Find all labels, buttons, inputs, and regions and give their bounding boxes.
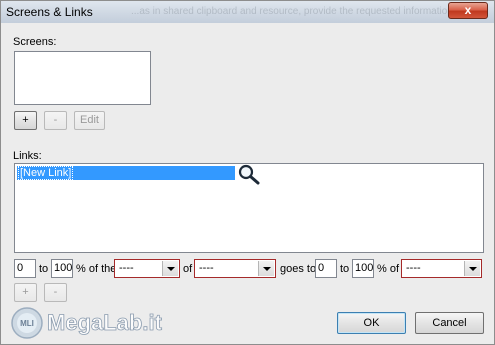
title-bar[interactable]: Screens & Links ...as in shared clipboar… [1, 1, 494, 23]
background-hint-text: ...as in shared clipboard and resource, … [131, 6, 456, 17]
magnifier-icon [238, 164, 260, 185]
source-from-input[interactable]: 0 [14, 259, 36, 278]
source-edge-combo[interactable]: ---- [194, 259, 276, 278]
to-label: to [39, 263, 49, 275]
edit-screen-button[interactable]: Edit [74, 111, 105, 130]
combo-value: ---- [406, 262, 421, 274]
screens-label: Screens: [13, 36, 57, 48]
of-label: of [183, 263, 193, 275]
dropdown-arrow-icon[interactable] [162, 261, 178, 276]
ok-button[interactable]: OK [337, 312, 406, 334]
goes-to-label: goes to [280, 263, 317, 275]
screens-list[interactable] [14, 51, 151, 105]
add-link-button[interactable]: + [14, 283, 37, 302]
source-to-input[interactable]: 100 [51, 259, 73, 278]
combo-value: ---- [119, 262, 134, 274]
dest-screen-combo[interactable]: ---- [401, 259, 482, 278]
links-label: Links: [13, 150, 42, 162]
source-screen-combo[interactable]: ---- [114, 259, 180, 278]
combo-value: ---- [199, 262, 214, 274]
remove-screen-button[interactable]: - [44, 111, 67, 130]
add-screen-button[interactable]: + [14, 111, 37, 130]
close-icon: x [464, 3, 472, 17]
list-item-new-link[interactable]: [New Link] [17, 166, 235, 180]
dest-to-input[interactable]: 100 [352, 259, 374, 278]
close-button[interactable]: x [448, 2, 488, 19]
dropdown-arrow-icon[interactable] [464, 261, 480, 276]
svg-text:MLI: MLI [20, 319, 34, 328]
percent-of-label: % of [377, 263, 400, 275]
remove-link-button[interactable]: - [44, 283, 67, 302]
svg-text:MegaLab.it: MegaLab.it [47, 310, 163, 335]
list-item-label: [New Link] [17, 166, 74, 180]
percent-of-the-label: % of the [76, 263, 117, 275]
to-label-2: to [340, 263, 350, 275]
megalab-watermark-logo: MLI MegaLab.it [11, 307, 163, 339]
dest-from-input[interactable]: 0 [315, 259, 337, 278]
dropdown-arrow-icon[interactable] [258, 261, 274, 276]
window-title: Screens & Links [6, 5, 93, 19]
screens-links-dialog: Screens & Links ...as in shared clipboar… [0, 0, 495, 345]
cancel-button[interactable]: Cancel [415, 312, 484, 334]
links-list[interactable]: [New Link] [14, 163, 484, 253]
